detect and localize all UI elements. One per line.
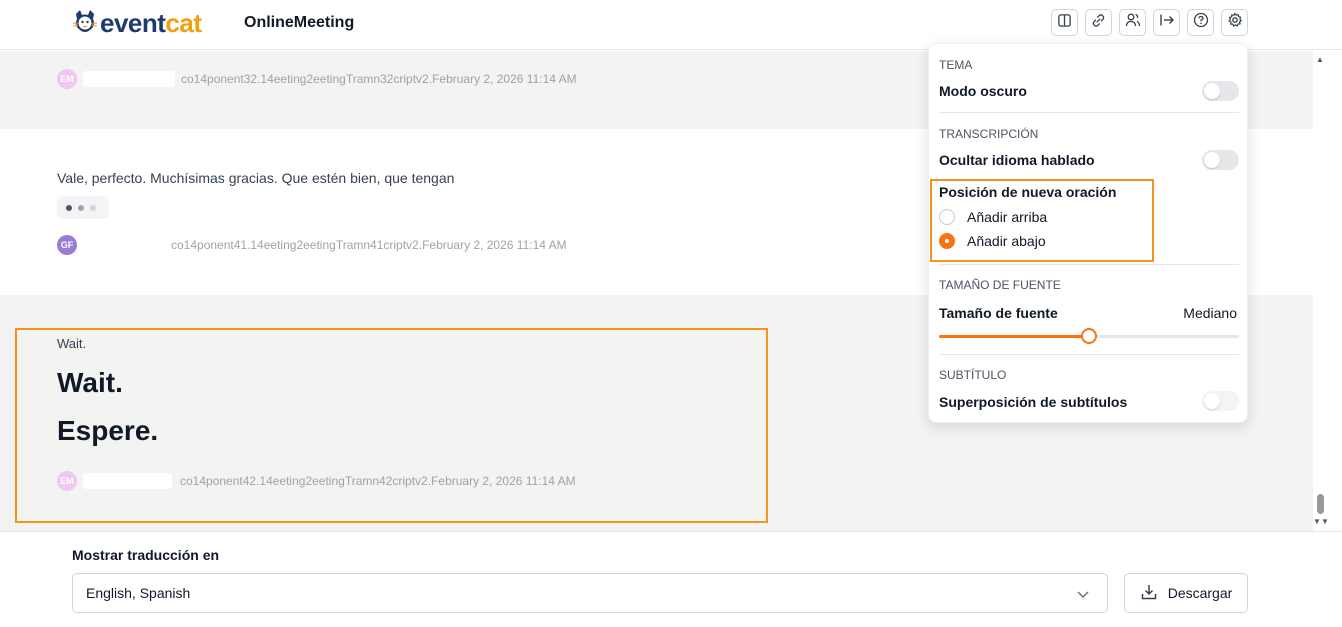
typing-dot (78, 204, 84, 211)
radio-button[interactable] (939, 209, 955, 225)
translation-text: Espere. (57, 415, 159, 446)
eventcat-logo[interactable]: eventcat (72, 7, 202, 39)
typing-dot (90, 204, 96, 211)
entry-meta: GF co14ponent41.14eeting2eetingTramn41cr… (57, 235, 567, 255)
font-size-slider[interactable] (939, 328, 1239, 344)
toggle-sidebar-button[interactable] (1051, 9, 1078, 36)
speaker-name-redacted (83, 237, 165, 253)
translation-text: Wait. (57, 367, 123, 398)
hide-language-toggle[interactable] (1202, 150, 1239, 170)
new-sentence-position-label: Posición de nueva oración (939, 184, 1117, 200)
scroll-up-icon[interactable]: ▲ (1316, 55, 1324, 64)
share-link-button[interactable] (1085, 9, 1112, 36)
scroll-down-icon[interactable]: ▼ (1313, 517, 1321, 526)
toggle-knob (1204, 393, 1220, 409)
font-size-label: Tamaño de fuente (939, 305, 1058, 321)
toggle-knob (1204, 83, 1220, 99)
avatar: GF (57, 235, 77, 255)
link-icon (1091, 13, 1106, 33)
entry-metadata: co14ponent32.14eeting2eetingTramn32cript… (181, 72, 577, 86)
cat-logo-icon (72, 8, 98, 39)
scroll-down-icon[interactable]: ▼ (1321, 517, 1329, 526)
sidebar-panel-icon (1057, 13, 1072, 33)
leave-button[interactable] (1153, 9, 1180, 36)
dark-mode-toggle[interactable] (1202, 81, 1239, 101)
exit-icon (1159, 12, 1175, 33)
original-text: Wait. (57, 336, 87, 351)
participants-button[interactable] (1119, 9, 1146, 36)
radio-label: Añadir abajo (967, 233, 1046, 249)
divider (939, 354, 1239, 355)
toggle-knob (1204, 152, 1220, 168)
download-label: Descargar (1167, 585, 1233, 601)
slider-fill (939, 335, 1089, 338)
help-icon (1193, 12, 1209, 33)
entry-metadata: co14ponent42.14eeting2eetingTramn42cript… (180, 474, 576, 488)
radio-button[interactable] (939, 233, 955, 249)
section-title-theme: TEMA (939, 58, 973, 72)
dark-mode-label: Modo oscuro (939, 83, 1027, 99)
original-text: Vale, perfecto. Muchísimas gracias. Que … (57, 170, 455, 186)
scroll-thumb[interactable] (1317, 494, 1324, 514)
radio-add-top[interactable]: Añadir arriba (939, 209, 1047, 225)
entry-meta: EM co14ponent42.14eeting2eetingTramn42cr… (57, 471, 576, 491)
divider (939, 112, 1239, 113)
section-title-font-size: TAMAÑO DE FUENTE (939, 278, 1061, 292)
gear-icon (1227, 12, 1243, 33)
users-icon (1125, 12, 1141, 33)
chevron-down-icon (1075, 586, 1091, 605)
typing-indicator (57, 196, 109, 219)
subtitle-overlay-label: Superposición de subtítulos (939, 394, 1128, 410)
font-size-value: Mediano (1183, 305, 1237, 321)
subtitle-overlay-toggle[interactable] (1202, 391, 1239, 411)
app-title: OnlineMeeting (244, 14, 355, 31)
download-icon (1140, 583, 1158, 604)
help-button[interactable] (1187, 9, 1214, 36)
avatar: EM (57, 69, 77, 89)
selected-languages: English, Spanish (86, 585, 191, 601)
section-title-transcription: TRANSCRIPCIÓN (939, 127, 1039, 141)
avatar: EM (57, 471, 77, 491)
typing-dot (66, 204, 72, 211)
settings-panel: TEMA Modo oscuro TRANSCRIPCIÓN Ocultar i… (928, 43, 1248, 423)
transcript-scrollbar[interactable]: ▲ ▼ ▼ (1313, 51, 1329, 531)
hide-language-label: Ocultar idioma hablado (939, 152, 1095, 168)
radio-add-bottom[interactable]: Añadir abajo (939, 233, 1046, 249)
section-title-subtitle: SUBTÍTULO (939, 368, 1007, 382)
download-button[interactable]: Descargar (1124, 573, 1248, 613)
slider-thumb[interactable] (1081, 328, 1097, 344)
entry-meta: EM co14ponent32.14eeting2eetingTramn32cr… (57, 69, 577, 89)
translation-language-select[interactable]: English, Spanish (72, 573, 1108, 613)
translation-footer: Mostrar traducción en English, Spanish D… (0, 531, 1342, 627)
settings-button[interactable] (1221, 9, 1248, 36)
logo-wordmark: eventcat (100, 8, 202, 38)
divider (939, 264, 1239, 265)
speaker-name-redacted (83, 473, 172, 489)
show-translation-label: Mostrar traducción en (72, 547, 220, 563)
speaker-name-redacted (83, 71, 175, 87)
radio-label: Añadir arriba (967, 209, 1048, 225)
entry-metadata: co14ponent41.14eeting2eetingTramn41cript… (171, 238, 567, 252)
